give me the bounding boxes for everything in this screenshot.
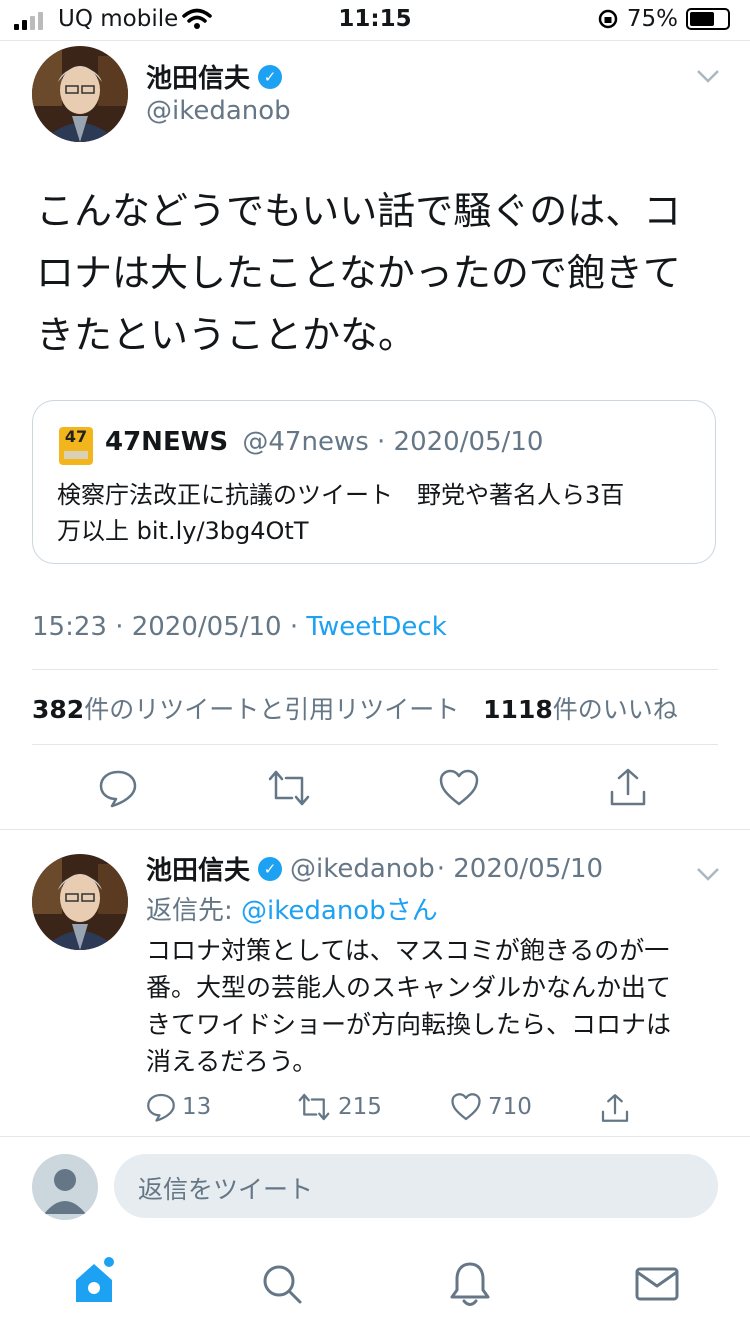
- divider: [32, 744, 718, 745]
- reply-to-handle[interactable]: @ikedanobさん: [241, 896, 438, 926]
- tweet-timestamp: 15:23 · 2020/05/10 ·: [32, 612, 307, 642]
- battery-percent: 75%: [626, 6, 678, 32]
- tweet-text-line: ロナは大したことなかったので飽きて: [36, 251, 681, 295]
- default-avatar-icon: [44, 1169, 86, 1214]
- reply-icon: [147, 1093, 175, 1122]
- status-bar: UQ mobile 11:15 75%: [0, 0, 750, 40]
- retweet-label: 件のリツイートと引用リツイート: [84, 695, 460, 724]
- author-name-row: 池田信夫 ✓: [146, 58, 283, 95]
- divider: [32, 669, 718, 670]
- chevron-down-icon[interactable]: [696, 62, 720, 90]
- orientation-lock-icon: [598, 9, 618, 29]
- retweet-stat[interactable]: 382件のリツイートと引用リツイート: [32, 695, 467, 724]
- share-icon[interactable]: [600, 1092, 630, 1124]
- battery-icon: [686, 8, 730, 30]
- quote-author-name: 47NEWS: [105, 427, 229, 457]
- quote-text: 検察庁法改正に抗議のツイート 野党や著名人ら3百 万以上 bit.ly/3bg4…: [57, 477, 697, 549]
- reply-input-placeholder: 返信をツイート: [138, 1175, 314, 1204]
- tweet-text-line: こんなどうでもいい話で騒ぐのは、コ: [36, 189, 682, 233]
- reply-to-line: 返信先: @ikedanobさん: [146, 890, 438, 927]
- reply-like-action[interactable]: 710: [450, 1092, 532, 1122]
- reply-author-avatar[interactable]: [32, 854, 128, 950]
- like-stat[interactable]: 1118件のいいね: [483, 695, 678, 724]
- quote-date: · 2020/05/10: [377, 427, 544, 457]
- reply-like-count: 710: [488, 1094, 532, 1120]
- messages-mail-icon[interactable]: [634, 1266, 680, 1302]
- share-icon[interactable]: [608, 766, 648, 808]
- tweet-text: こんなどうでもいい話で騒ぐのは、コ ロナは大したことなかったので飽きて きたとい…: [36, 180, 726, 366]
- author-name[interactable]: 池田信夫: [146, 58, 250, 95]
- reply-to-label: 返信先:: [146, 896, 242, 926]
- reply-icon[interactable]: [98, 768, 138, 808]
- quote-author-handle: @47news: [242, 427, 369, 457]
- reply-retweet-count: 215: [338, 1094, 382, 1120]
- retweet-count: 382: [32, 695, 85, 724]
- quote-logo-text: 47: [64, 427, 88, 446]
- like-heart-icon[interactable]: [438, 768, 480, 808]
- reply-text-line: 番。大型の芸能人のスキャンダルかなんか出て: [146, 973, 672, 1002]
- retweet-icon[interactable]: [266, 768, 312, 808]
- retweet-icon: [298, 1093, 330, 1121]
- reply-text-line: 消えるだろう。: [146, 1047, 318, 1076]
- reply-input[interactable]: 返信をツイート: [114, 1154, 718, 1218]
- reply-reply-action[interactable]: 13: [146, 1092, 211, 1122]
- like-count: 1118: [483, 695, 553, 724]
- reply-date: · 2020/05/10: [436, 853, 604, 884]
- tweet-text-line: きたということかな。: [36, 313, 417, 357]
- quoted-tweet-card[interactable]: 47 47NEWS @47news · 2020/05/10 検察庁法改正に抗議…: [32, 400, 716, 564]
- reply-retweet-action[interactable]: 215: [296, 1092, 382, 1122]
- quote-text-line: 万以上 bit.ly/3bg4OtT: [57, 517, 309, 545]
- reply-text-line: きてワイドショーが方向転換したら、コロナは: [146, 1010, 672, 1039]
- verified-badge-icon: ✓: [258, 64, 283, 89]
- divider: [0, 1136, 750, 1137]
- author-avatar[interactable]: [32, 46, 128, 142]
- reply-text-line: コロナ対策としては、マスコミが飽きるのが一: [146, 936, 670, 965]
- reply-author-handle[interactable]: @ikedanob: [290, 854, 435, 884]
- tweet-source-link[interactable]: TweetDeck: [306, 612, 446, 642]
- notifications-bell-icon[interactable]: [448, 1260, 492, 1308]
- quote-header: 47NEWS @47news · 2020/05/10: [105, 427, 543, 457]
- search-icon[interactable]: [260, 1262, 304, 1306]
- battery-area: 75%: [597, 6, 730, 32]
- tweet-meta: 15:23 · 2020/05/10 · TweetDeck: [32, 612, 447, 642]
- like-label: 件のいいね: [552, 695, 678, 724]
- reply-text: コロナ対策としては、マスコミが飽きるのが一 番。大型の芸能人のスキャンダルかなん…: [146, 932, 716, 1080]
- top-divider: [0, 40, 750, 41]
- reply-reply-count: 13: [182, 1094, 212, 1120]
- divider: [0, 829, 750, 830]
- reply-author-name[interactable]: 池田信夫: [146, 850, 250, 887]
- chevron-down-icon[interactable]: [696, 860, 720, 888]
- tab-home[interactable]: [72, 1256, 118, 1308]
- quote-text-line: 検察庁法改正に抗議のツイート 野党や著名人ら3百: [57, 481, 625, 509]
- author-handle[interactable]: @ikedanob: [146, 96, 291, 126]
- reply-header: 池田信夫 ✓ @ikedanob · 2020/05/10: [146, 850, 603, 887]
- composer-avatar: [32, 1154, 98, 1220]
- like-heart-icon: [451, 1093, 481, 1121]
- verified-badge-icon: ✓: [258, 856, 283, 881]
- home-icon: [76, 1257, 114, 1302]
- engagement-stats: 382件のリツイートと引用リツイート 1118件のいいね: [32, 690, 678, 726]
- quote-avatar: 47: [59, 427, 93, 465]
